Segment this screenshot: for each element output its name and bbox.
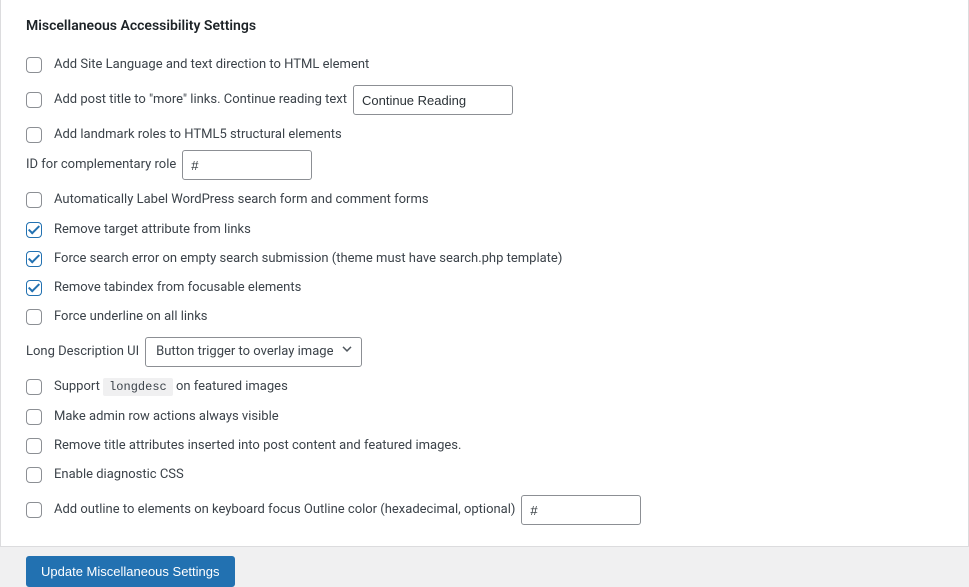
settings-panel: Miscellaneous Accessibility Settings Add…	[0, 0, 969, 547]
support-longdesc-checkbox[interactable]	[26, 379, 42, 395]
longdesc-ui-select[interactable]: Button trigger to overlay image	[145, 337, 362, 367]
add-post-title-label: Add post title to "more" links. Continue…	[54, 91, 347, 109]
remove-title-attr-checkbox[interactable]	[26, 438, 42, 454]
diagnostic-css-label: Enable diagnostic CSS	[54, 466, 184, 484]
longdesc-ui-label: Long Description UI	[26, 343, 139, 361]
force-underline-checkbox[interactable]	[26, 309, 42, 325]
chevron-down-icon	[341, 343, 353, 361]
diagnostic-css-checkbox[interactable]	[26, 467, 42, 483]
add-lang-label: Add Site Language and text direction to …	[54, 56, 369, 74]
auto-label-checkbox[interactable]	[26, 192, 42, 208]
support-longdesc-prefix: Support	[54, 379, 103, 394]
add-lang-checkbox[interactable]	[26, 57, 42, 73]
remove-target-label: Remove target attribute from links	[54, 221, 251, 239]
longdesc-code: longdesc	[103, 378, 173, 396]
add-post-title-checkbox[interactable]	[26, 92, 42, 108]
remove-target-checkbox[interactable]	[26, 222, 42, 238]
admin-row-label: Make admin row actions always visible	[54, 408, 279, 426]
complementary-id-label: ID for complementary role	[26, 156, 176, 174]
update-settings-button[interactable]: Update Miscellaneous Settings	[26, 556, 235, 587]
support-longdesc-suffix: on featured images	[173, 379, 288, 394]
force-search-error-label: Force search error on empty search submi…	[54, 250, 562, 268]
section-title: Miscellaneous Accessibility Settings	[26, 18, 943, 34]
remove-title-attr-label: Remove title attributes inserted into po…	[54, 437, 461, 455]
add-landmark-label: Add landmark roles to HTML5 structural e…	[54, 126, 342, 144]
complementary-id-input[interactable]	[182, 150, 312, 180]
outline-label: Add outline to elements on keyboard focu…	[54, 501, 515, 519]
outline-checkbox[interactable]	[26, 502, 42, 518]
force-search-error-checkbox[interactable]	[26, 251, 42, 267]
force-underline-label: Force underline on all links	[54, 308, 208, 326]
auto-label-label: Automatically Label WordPress search for…	[54, 191, 429, 209]
support-longdesc-label: Support longdesc on featured images	[54, 378, 288, 396]
admin-row-checkbox[interactable]	[26, 409, 42, 425]
remove-tabindex-label: Remove tabindex from focusable elements	[54, 279, 301, 297]
longdesc-ui-selected: Button trigger to overlay image	[156, 343, 333, 361]
add-landmark-checkbox[interactable]	[26, 127, 42, 143]
remove-tabindex-checkbox[interactable]	[26, 280, 42, 296]
outline-color-input[interactable]	[521, 495, 641, 525]
continue-reading-input[interactable]	[353, 85, 513, 115]
